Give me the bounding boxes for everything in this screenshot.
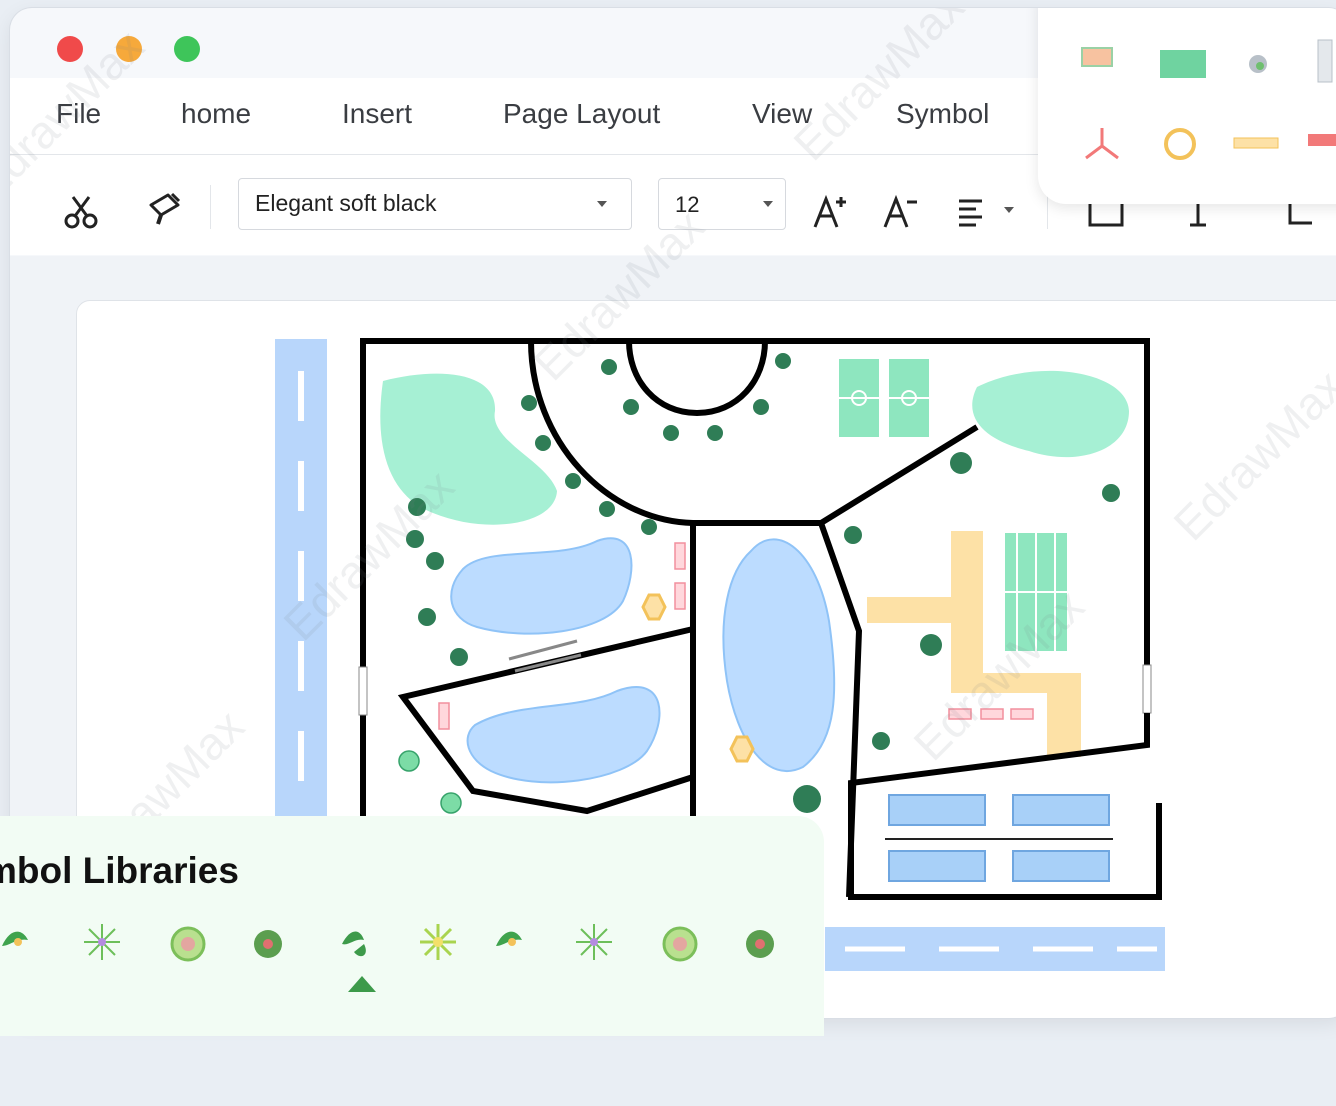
chevron-down-icon[interactable] <box>1004 207 1014 213</box>
menu-home[interactable]: home <box>181 98 251 130</box>
pavilion <box>641 593 667 621</box>
lawn <box>972 370 1129 458</box>
font-family-select[interactable]: Elegant soft black <box>238 178 632 230</box>
cut-icon[interactable] <box>62 193 102 233</box>
pond <box>450 537 633 635</box>
decrease-font-icon[interactable] <box>882 193 922 233</box>
chevron-down-icon <box>597 201 607 207</box>
font-size-select[interactable]: 12 <box>658 178 786 230</box>
symbol-libraries-panel: mbol Libraries <box>0 816 824 1036</box>
font-size-value: 12 <box>675 192 700 217</box>
menu-insert[interactable]: Insert <box>342 98 412 130</box>
pavilion <box>729 735 755 763</box>
menu-file[interactable]: File <box>56 98 101 130</box>
plant-symbols[interactable] <box>0 906 824 1106</box>
pond <box>466 686 661 784</box>
symbol-libraries-title: mbol Libraries <box>0 850 239 891</box>
font-family-value: Elegant soft black <box>255 190 437 216</box>
chevron-down-icon <box>763 201 773 207</box>
minimize-window-button[interactable] <box>116 36 142 62</box>
close-window-button[interactable] <box>57 36 83 62</box>
align-left-icon[interactable] <box>956 195 996 235</box>
increase-font-icon[interactable] <box>812 193 852 233</box>
menu-symbol[interactable]: Symbol <box>896 98 989 130</box>
symbol-library-popup <box>1038 8 1336 204</box>
maximize-window-button[interactable] <box>174 36 200 62</box>
toolbar-separator <box>210 185 211 229</box>
library-symbols[interactable] <box>1038 8 1336 204</box>
format-painter-icon[interactable] <box>146 191 186 231</box>
menu-page-layout[interactable]: Page Layout <box>503 98 660 130</box>
menu-view[interactable]: View <box>752 98 812 130</box>
